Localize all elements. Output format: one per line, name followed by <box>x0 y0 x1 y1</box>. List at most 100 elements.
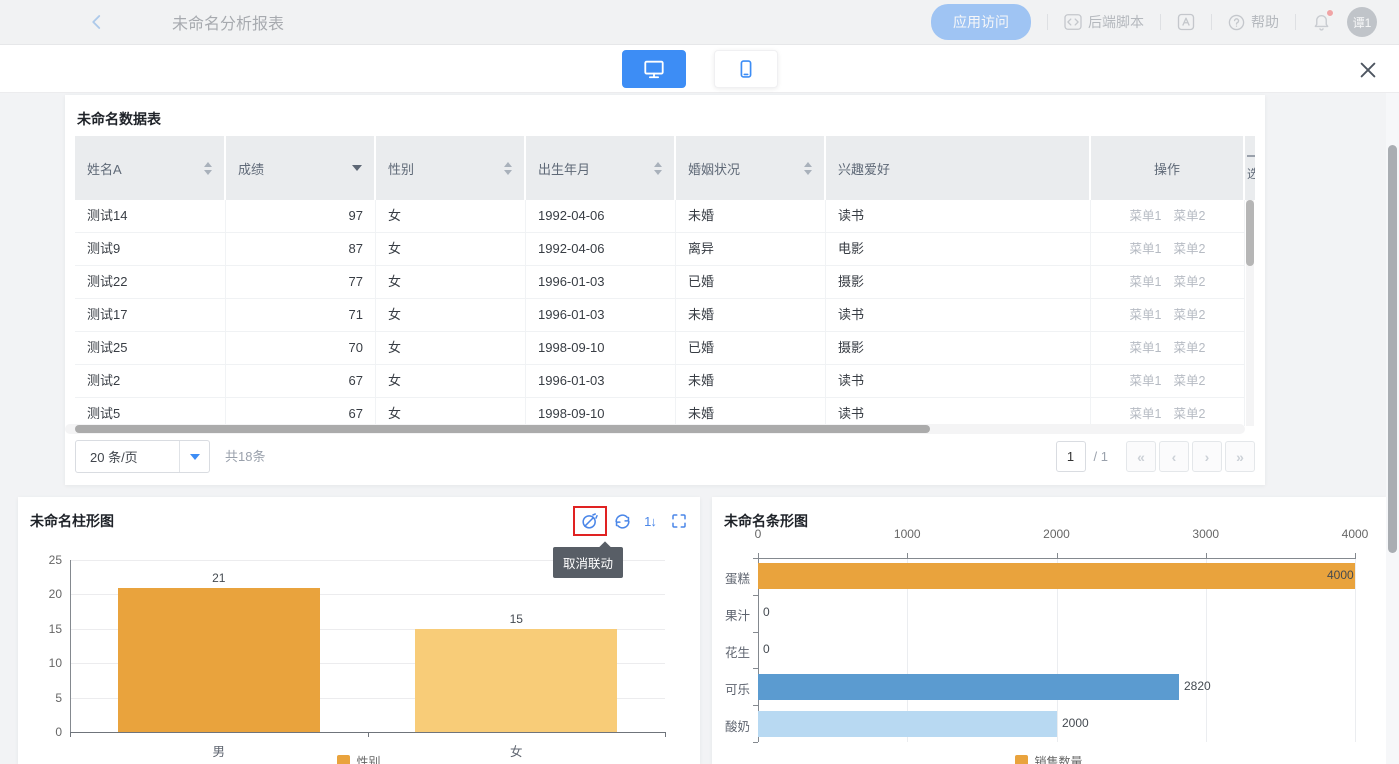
bar-value-label: 21 <box>199 571 239 585</box>
refresh-icon <box>613 512 632 531</box>
page-size-select[interactable]: 20 条/页 <box>75 440 210 473</box>
table-row-2: 测试2277女1996-01-03已婚摄影菜单1菜单2 <box>75 266 1245 299</box>
help-button[interactable]: 帮助 <box>1228 12 1279 32</box>
next-page-button[interactable]: › <box>1192 441 1222 472</box>
app-access-button[interactable]: 应用访问 <box>931 4 1031 40</box>
prev-page-button[interactable]: ‹ <box>1159 441 1189 472</box>
row-action-link[interactable]: 菜单1 <box>1130 332 1162 364</box>
sort-icon <box>654 162 662 175</box>
column-label: 出生年月 <box>538 159 590 178</box>
column-bar-0[interactable] <box>118 588 320 732</box>
tooltip-arrow <box>599 541 610 552</box>
desktop-preview-button[interactable] <box>622 50 686 88</box>
translate-button[interactable] <box>1177 13 1195 31</box>
row-action-link[interactable]: 菜单2 <box>1174 398 1206 426</box>
column-label: 性别 <box>388 159 414 178</box>
cell: 70 <box>226 332 376 364</box>
y-axis-tick-mark <box>753 705 758 706</box>
column-bar-1[interactable] <box>415 629 617 732</box>
sort-desc-icon <box>504 170 512 175</box>
row-action-link[interactable]: 菜单1 <box>1130 200 1162 232</box>
cell: 1996-01-03 <box>526 266 676 298</box>
y-axis-tick-mark <box>753 742 758 743</box>
actions-cell: 菜单1 菜单2 <box>1091 200 1245 232</box>
row-action-link[interactable]: 菜单2 <box>1174 200 1206 232</box>
column-header-4[interactable]: 婚姻状况 <box>676 136 826 200</box>
row-action-link[interactable]: 菜单2 <box>1174 233 1206 265</box>
current-page-input[interactable]: 1 <box>1056 441 1086 472</box>
column-header-2[interactable]: 性别 <box>376 136 526 200</box>
hbar-4[interactable] <box>758 711 1057 737</box>
fullscreen-chart-button[interactable] <box>669 511 689 531</box>
cell: 摄影 <box>826 266 1091 298</box>
table-horizontal-scrollbar[interactable] <box>65 424 1245 434</box>
sort-desc-active-icon <box>352 165 362 171</box>
row-action-link[interactable]: 菜单1 <box>1130 299 1162 331</box>
row-action-link[interactable]: 菜单2 <box>1174 332 1206 364</box>
row-action-link[interactable]: 菜单2 <box>1174 266 1206 298</box>
legend-swatch <box>1015 755 1028 764</box>
x-axis-tick-label: 3000 <box>1181 527 1231 541</box>
cell: 离异 <box>676 233 826 265</box>
cell: 女 <box>376 266 526 298</box>
row-action-link[interactable]: 菜单1 <box>1130 398 1162 426</box>
row-action-link[interactable]: 菜单1 <box>1130 266 1162 298</box>
mobile-preview-button[interactable] <box>714 50 778 88</box>
legend-item[interactable]: 销售数量 <box>1015 753 1082 764</box>
code-icon <box>1064 14 1082 30</box>
row-action-link[interactable]: 菜单2 <box>1174 299 1206 331</box>
column-chart-title: 未命名柱形图 <box>30 511 114 531</box>
column-header-clipped: 选 <box>1245 136 1255 200</box>
close-button[interactable] <box>1357 59 1379 81</box>
cancel-linkage-button[interactable] <box>580 511 600 531</box>
x-axis-tick-label: 2000 <box>1032 527 1082 541</box>
column-header-3[interactable]: 出生年月 <box>526 136 676 200</box>
y-axis-category-label: 果汁 <box>712 605 750 624</box>
table-row-4: 测试2570女1998-09-10已婚摄影菜单1菜单2 <box>75 332 1245 365</box>
page-scrollbar-thumb[interactable] <box>1388 145 1397 553</box>
actions-cell: 菜单1 菜单2 <box>1091 332 1245 364</box>
notifications-button[interactable] <box>1312 12 1331 32</box>
y-axis-category-label: 酸奶 <box>712 716 750 735</box>
close-icon <box>1357 59 1379 81</box>
sort-asc-icon <box>204 162 212 167</box>
bar-value-label: 0 <box>763 605 770 619</box>
cell: 67 <box>226 365 376 397</box>
refresh-chart-button[interactable] <box>612 511 632 531</box>
table-body: 测试1497女1992-04-06未婚读书菜单1菜单2测试987女1992-04… <box>75 200 1245 426</box>
table-horizontal-scrollbar-thumb[interactable] <box>75 425 930 433</box>
row-action-link[interactable]: 菜单1 <box>1130 233 1162 265</box>
x-axis-tick-label: 4000 <box>1330 527 1380 541</box>
y-axis-tick-label: 0 <box>26 725 62 739</box>
table-vertical-scrollbar[interactable] <box>1246 200 1254 426</box>
cell: 87 <box>226 233 376 265</box>
hbar-0[interactable] <box>758 563 1355 589</box>
row-action-link[interactable]: 菜单1 <box>1130 365 1162 397</box>
page-scrollbar[interactable] <box>1386 93 1399 764</box>
x-axis-tick-label: 0 <box>733 527 783 541</box>
annotation-highlight-box <box>573 506 607 536</box>
legend-item[interactable]: 性别 <box>337 753 380 764</box>
column-header-6[interactable]: 操作 <box>1091 136 1245 200</box>
column-header-5[interactable]: 兴趣爱好 <box>826 136 1091 200</box>
bar-value-label: 2820 <box>1184 679 1211 693</box>
cell: 电影 <box>826 233 1091 265</box>
cell: 测试2 <box>75 365 226 397</box>
column-label: 姓名A <box>87 159 122 178</box>
first-page-button[interactable]: « <box>1126 441 1156 472</box>
app-header-content: 未命名分析报表 应用访问 后端脚本 <box>0 0 1399 44</box>
last-page-button[interactable]: » <box>1225 441 1255 472</box>
table-vertical-scrollbar-thumb[interactable] <box>1246 200 1254 266</box>
column-header-1[interactable]: 成绩 <box>226 136 376 200</box>
back-button[interactable] <box>88 13 106 31</box>
avatar[interactable]: 谭1 <box>1347 7 1377 37</box>
cell: 测试22 <box>75 266 226 298</box>
sort-chart-button[interactable]: 1↓ <box>640 511 660 531</box>
table-title: 未命名数据表 <box>77 109 161 129</box>
y-axis-tick-label: 20 <box>26 587 62 601</box>
row-action-link[interactable]: 菜单2 <box>1174 365 1206 397</box>
legend-swatch <box>337 755 350 764</box>
column-header-0[interactable]: 姓名A <box>75 136 226 200</box>
backend-script-button[interactable]: 后端脚本 <box>1064 12 1144 32</box>
hbar-3[interactable] <box>758 674 1179 700</box>
